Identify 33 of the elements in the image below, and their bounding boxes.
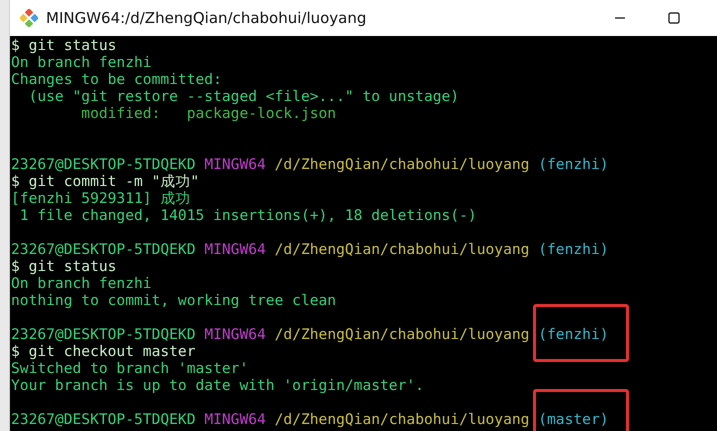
prompt-system-name: MINGW64 — [204, 156, 266, 173]
output-text: [fenzhi 5929311] 成功 — [11, 190, 190, 207]
prompt-user-host: 23267@DESKTOP-5TDQEKD — [11, 241, 196, 258]
output-text: nothing to commit, working tree clean — [11, 292, 336, 309]
prompt-branch: (fenzhi) — [538, 156, 609, 173]
prompt-user-host: 23267@DESKTOP-5TDQEKD — [11, 411, 196, 428]
output-text: Your branch is up to date with 'origin/master'. — [11, 377, 424, 394]
prompt-user-host: 23267@DESKTOP-5TDQEKD — [11, 326, 196, 343]
output-text: Changes to be committed: — [11, 71, 222, 88]
output-text: On branch fenzhi — [11, 54, 152, 71]
output-text: (use "git restore --staged <file>..." to unstage) — [28, 88, 460, 105]
prompt-branch: (master) — [538, 411, 609, 428]
command-text: $ git status — [11, 37, 116, 54]
prompt-system-name: MINGW64 — [204, 241, 266, 258]
prompt-user-host: 23267@DESKTOP-5TDQEKD — [11, 156, 196, 173]
prompt-system-name: MINGW64 — [204, 411, 266, 428]
prompt-path: /d/ZhengQian/chabohui/luoyang — [274, 326, 530, 343]
command-text: $ git commit -m "成功" — [11, 173, 200, 190]
prompt-branch: (fenzhi) — [538, 241, 609, 258]
prompt-system-name: MINGW64 — [204, 326, 266, 343]
modified-file-text: modified: package-lock.json — [80, 105, 336, 122]
output-text: On branch fenzhi — [11, 275, 152, 292]
maximize-icon — [668, 12, 680, 24]
prompt-path: /d/ZhengQian/chabohui/luoyang — [274, 241, 530, 258]
output-text: Switched to branch 'master' — [11, 360, 248, 377]
prompt-path: /d/ZhengQian/chabohui/luoyang — [274, 411, 530, 428]
output-text: 1 file changed, 14015 insertions(+), 18 deletions(-) — [18, 207, 477, 224]
diamond-logo-icon — [20, 9, 38, 27]
prompt-path: /d/ZhengQian/chabohui/luoyang — [274, 156, 530, 173]
window-title: MINGW64:/d/ZhengQian/chabohui/luoyang — [46, 9, 366, 27]
command-text: $ git checkout master — [11, 343, 196, 360]
command-text: $ git status — [11, 258, 116, 275]
prompt-branch: (fenzhi) — [538, 326, 609, 343]
